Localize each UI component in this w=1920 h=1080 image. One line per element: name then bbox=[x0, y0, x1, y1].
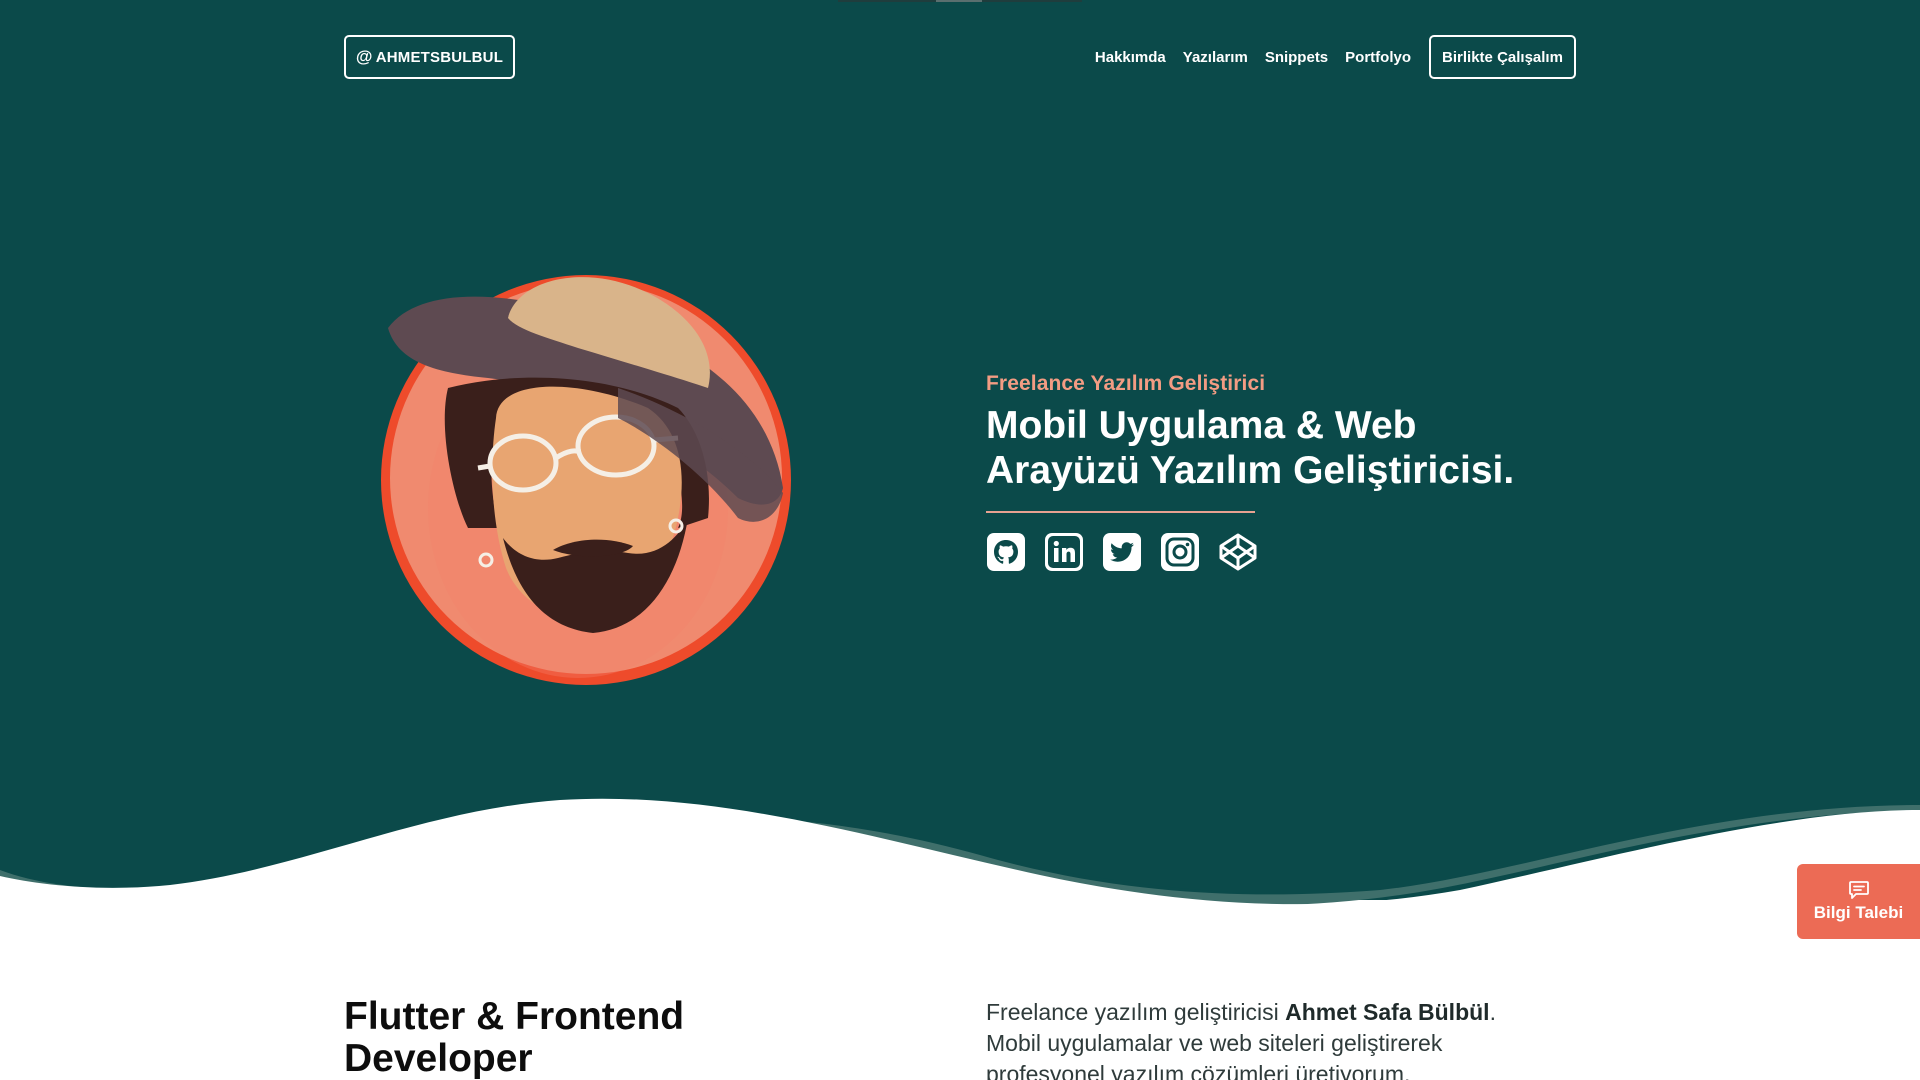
intro-title: Flutter & Frontend Developer bbox=[344, 996, 804, 1080]
intro-name: Ahmet Safa Bülbül bbox=[1285, 999, 1490, 1025]
intro-line-2: Mobil uygulamalar ve web siteleri gelişt… bbox=[986, 1030, 1443, 1056]
intro-title-line-1: Flutter & Frontend bbox=[344, 995, 685, 1038]
hero-text: Freelance Yazılım Geliştirici Mobil Uygu… bbox=[986, 372, 1606, 572]
github-icon[interactable] bbox=[986, 532, 1026, 572]
instagram-icon[interactable] bbox=[1160, 532, 1200, 572]
social-links bbox=[986, 532, 1606, 572]
hero-divider bbox=[986, 511, 1255, 513]
codepen-icon[interactable] bbox=[1218, 532, 1258, 572]
intro-title-line-2: Developer bbox=[344, 1037, 533, 1080]
avatar-illustration bbox=[381, 275, 791, 685]
site-logo[interactable]: @ AHMETSBULBUL bbox=[344, 35, 515, 79]
hero-eyebrow: Freelance Yazılım Geliştirici bbox=[986, 372, 1266, 395]
nav-item-portfolyo[interactable]: Portfolyo bbox=[1345, 49, 1411, 66]
intro-paragraph: Freelance yazılım geliştiricisi Ahmet Sa… bbox=[986, 997, 1576, 1080]
twitter-icon[interactable] bbox=[1102, 532, 1142, 572]
nav-item-snippets[interactable]: Snippets bbox=[1265, 49, 1328, 66]
top-indicator bbox=[838, 0, 1082, 2]
logo-text: AHMETSBULBUL bbox=[375, 48, 504, 66]
info-request-button[interactable]: Bilgi Talebi bbox=[1797, 864, 1920, 939]
hero-headline-line-2: Arayüzü Yazılım Geliştiricisi. bbox=[986, 449, 1515, 492]
message-icon bbox=[1848, 881, 1869, 899]
intro-text-period: . bbox=[1489, 999, 1496, 1025]
logo-at-symbol: @ bbox=[355, 47, 373, 66]
linkedin-icon[interactable] bbox=[1044, 532, 1084, 572]
hero-headline: Mobil Uygulama & Web Arayüzü Yazılım Gel… bbox=[986, 403, 1606, 493]
nav-item-yazilarim[interactable]: Yazılarım bbox=[1183, 49, 1248, 66]
nav-item-hakkimda[interactable]: Hakkımda bbox=[1095, 49, 1166, 66]
main-nav: Hakkımda Yazılarım Snippets Portfolyo Bi… bbox=[1095, 35, 1576, 79]
work-together-button[interactable]: Birlikte Çalışalım bbox=[1429, 35, 1576, 79]
intro-line-1: Freelance yazılım geliştiricisi Ahmet Sa… bbox=[986, 997, 1576, 1028]
intro-line-3: profesyonel yazılım çözümleri üretiyorum… bbox=[986, 1061, 1411, 1080]
info-request-label: Bilgi Talebi bbox=[1813, 903, 1904, 922]
intro-text-prefix: Freelance yazılım geliştiricisi bbox=[986, 999, 1286, 1025]
hero-section bbox=[0, 0, 1920, 900]
hero-headline-line-1: Mobil Uygulama & Web bbox=[986, 404, 1417, 447]
top-indicator-active bbox=[936, 0, 982, 2]
hero-wave-divider bbox=[0, 790, 1920, 930]
